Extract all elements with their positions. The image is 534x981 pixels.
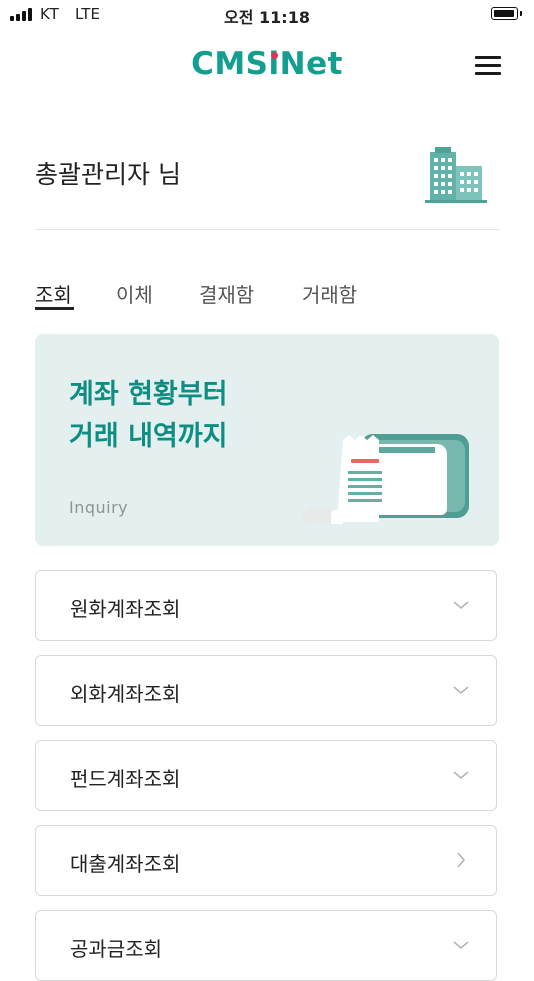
app-logo[interactable]: CMSi Net — [0, 46, 534, 82]
status-bar: KT LTE 오전 11:18 — [0, 0, 534, 30]
inquiry-banner[interactable]: 계좌 현황부터 거래 내역까지 Inquiry — [35, 334, 499, 546]
active-tab-indicator — [35, 307, 74, 310]
menu-item-label: 원화계좌조회 — [70, 597, 181, 621]
banner-title-line1: 계좌 현황부터 — [69, 379, 228, 410]
menu-item-label: 펀드계좌조회 — [70, 767, 181, 791]
tab-transactions[interactable]: 거래함 — [302, 279, 357, 308]
chevron-down-icon — [453, 601, 469, 610]
chevron-down-icon — [453, 686, 469, 695]
menu-item-krw-account[interactable]: 원화계좌조회 — [35, 570, 497, 641]
tab-approval[interactable]: 결재함 — [199, 279, 254, 308]
section-divider — [35, 229, 499, 230]
menu-item-label: 대출계좌조회 — [70, 852, 181, 876]
chevron-right-icon — [457, 853, 466, 867]
status-time: 오전 11:18 — [224, 8, 310, 27]
menu-item-label: 외화계좌조회 — [70, 682, 181, 706]
tab-transfer[interactable]: 이체 — [116, 279, 153, 308]
banner-title-line2: 거래 내역까지 — [69, 421, 228, 452]
receipt-wallet-icon — [303, 434, 469, 526]
banner-subtitle: Inquiry — [69, 498, 129, 517]
menu-item-utility-bill[interactable]: 공과금조회 — [35, 910, 497, 981]
hamburger-menu-icon[interactable] — [473, 54, 501, 76]
menu-item-fund-account[interactable]: 펀드계좌조회 — [35, 740, 497, 811]
user-greeting: 총괄관리자 님 — [35, 160, 181, 189]
battery-icon — [491, 7, 522, 20]
menu-item-loan-account[interactable]: 대출계좌조회 — [35, 825, 497, 896]
chevron-down-icon — [453, 771, 469, 780]
menu-item-foreign-account[interactable]: 외화계좌조회 — [35, 655, 497, 726]
building-icon — [425, 147, 487, 203]
menu-item-label: 공과금조회 — [70, 937, 162, 961]
tab-inquiry[interactable]: 조회 — [35, 279, 72, 308]
